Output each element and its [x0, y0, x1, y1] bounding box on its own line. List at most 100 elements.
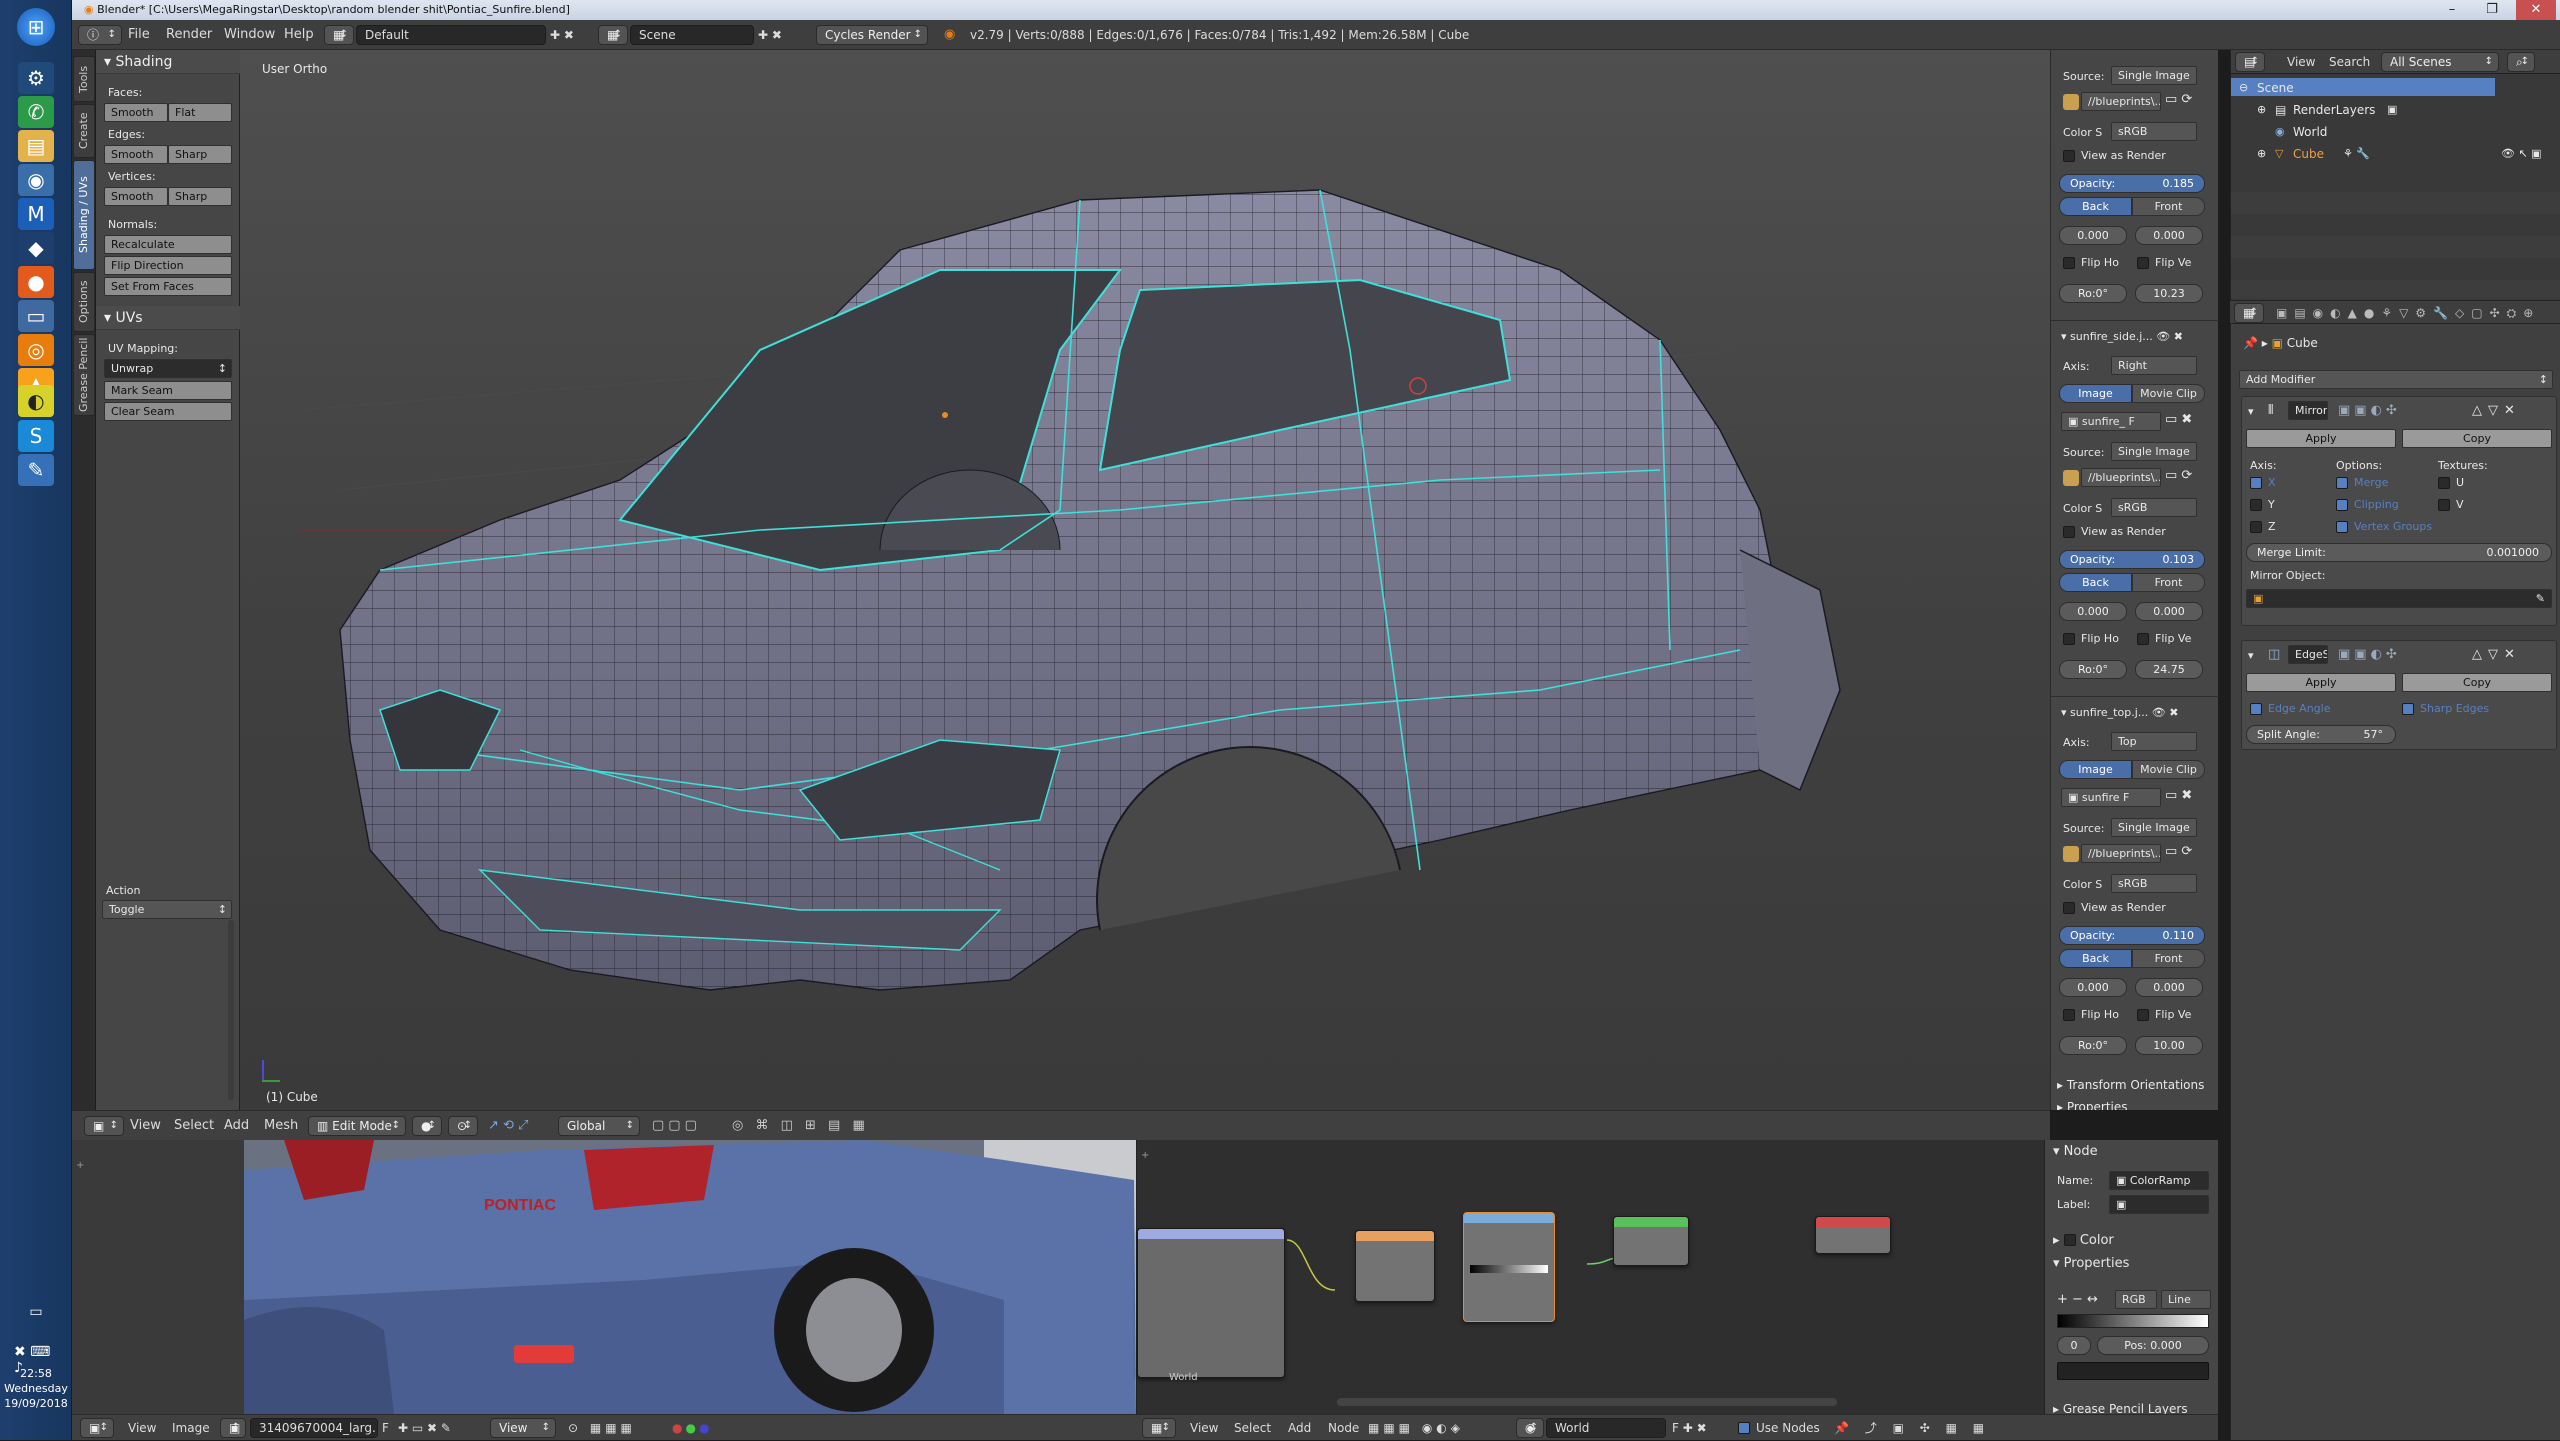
- image-display-icons[interactable]: ⊙ ▦▦▦: [568, 1415, 636, 1441]
- bg1-filepath-field[interactable]: //blueprints\...: [2081, 92, 2161, 111]
- bg1-offset-y[interactable]: 0.000: [2135, 226, 2203, 245]
- bg3-front-button[interactable]: Front: [2132, 949, 2205, 968]
- outliner-row-renderlayers[interactable]: ⊕ ▤ RenderLayers ▣: [2231, 100, 2560, 118]
- mirror-apply-button[interactable]: Apply: [2246, 429, 2396, 448]
- car-mesh-wireframe[interactable]: [240, 50, 2050, 1110]
- eye-icon[interactable]: 👁 ✖: [2156, 330, 2183, 343]
- unwrap-dropdown[interactable]: Unwrap ↕: [104, 359, 232, 378]
- skype-icon[interactable]: S: [18, 420, 54, 452]
- unity-icon[interactable]: ◆: [18, 232, 54, 264]
- bg1-flip-h-checkbox[interactable]: [2063, 257, 2075, 269]
- mirror-object-field[interactable]: ▣ ✎: [2246, 589, 2552, 608]
- colorramp-pos-field[interactable]: Pos: 0.000: [2097, 1336, 2209, 1355]
- colorramp-mode-dropdown[interactable]: RGB: [2115, 1290, 2157, 1309]
- tab-create[interactable]: Create: [73, 104, 95, 158]
- world-browse-icon[interactable]: ◉: [1516, 1418, 1544, 1438]
- bg3-image-tab[interactable]: Image: [2059, 760, 2132, 779]
- colorramp-stop-index[interactable]: 0: [2057, 1336, 2091, 1355]
- search-icon[interactable]: ⌕: [2507, 52, 2535, 72]
- bg2-header[interactable]: ▾ sunfire_side.j... 👁 ✖: [2061, 330, 2183, 343]
- proportional-edit-icons[interactable]: ◎ ⌘ ◫ ⊞ ▤ ▦: [732, 1111, 869, 1141]
- colorramp-bar[interactable]: [2057, 1314, 2209, 1328]
- image-menu-view[interactable]: View: [128, 1415, 156, 1441]
- modifier-move-icons[interactable]: △▽✕: [2472, 647, 2521, 662]
- file-browse-icon[interactable]: ▭ ⟳: [2165, 92, 2192, 107]
- modifier-visibility-icons[interactable]: ▣▣◐✣: [2338, 647, 2401, 662]
- edge-angle-checkbox[interactable]: [2250, 703, 2262, 715]
- network-icon[interactable]: ◉: [18, 164, 54, 196]
- expand-icon[interactable]: ⊕: [2257, 103, 2266, 116]
- edges-sharp-button[interactable]: Sharp: [168, 145, 232, 164]
- bg1-view-as-render-checkbox[interactable]: [2063, 150, 2075, 162]
- tab-grease-pencil[interactable]: Grease Pencil: [73, 334, 95, 416]
- mirror-merge-limit-field[interactable]: Merge Limit: 0.001000: [2246, 543, 2552, 562]
- edgesplit-apply-button[interactable]: Apply: [2246, 673, 2396, 692]
- bg1-size[interactable]: 10.23: [2135, 284, 2203, 303]
- mirror-clipping-checkbox[interactable]: [2336, 499, 2348, 511]
- bg1-opacity-slider[interactable]: Opacity: 0.185: [2059, 174, 2205, 193]
- bg1-front-button[interactable]: Front: [2132, 197, 2205, 216]
- layout-field[interactable]: Default: [356, 25, 546, 45]
- outliner-filter-dropdown[interactable]: All Scenes: [2381, 52, 2499, 72]
- scene-field[interactable]: Scene: [630, 25, 754, 45]
- tab-tools[interactable]: Tools: [73, 56, 95, 102]
- mirror-name-field[interactable]: Mirror: [2288, 401, 2328, 420]
- add-scene-icon[interactable]: ✚ ✖: [758, 20, 782, 50]
- channel-display-icons[interactable]: ●●●: [672, 1415, 712, 1441]
- bg2-image-tab[interactable]: Image: [2059, 384, 2132, 403]
- bg2-view-as-render-checkbox[interactable]: [2063, 526, 2075, 538]
- menu-select[interactable]: Select: [174, 1111, 214, 1141]
- bg3-movie-clip-tab[interactable]: Movie Clip: [2132, 760, 2205, 779]
- bg2-axis-dropdown[interactable]: Right: [2111, 356, 2197, 375]
- manipulator-icons[interactable]: ↗ ⟲ ⤢: [488, 1111, 528, 1141]
- image-actions-icons[interactable]: ✚ ▭ ✖ ✎: [398, 1415, 451, 1441]
- bg3-header[interactable]: ▾ sunfire_top.j... 👁 ✖: [2061, 706, 2178, 719]
- texture-coordinate-node[interactable]: [1137, 1228, 1285, 1378]
- node-editor[interactable]: + World: [1136, 1140, 2044, 1414]
- collapse-icon[interactable]: ▾: [2248, 649, 2254, 662]
- malwarebytes-icon[interactable]: M: [18, 198, 54, 230]
- outliner-row-world[interactable]: ◉ World: [2231, 122, 2560, 140]
- pivot-dropdown[interactable]: ⊙: [448, 1116, 478, 1136]
- node-header-tool-icons[interactable]: 📌 ⤴ ▣ ✣ ▦ ▦: [1834, 1415, 1990, 1441]
- node-panel-header[interactable]: ▾ Node: [2053, 1144, 2098, 1159]
- bg3-offset-y[interactable]: 0.000: [2135, 978, 2203, 997]
- computer-icon[interactable]: ▭: [18, 300, 54, 332]
- visibility-icons[interactable]: 👁 ↖ ▣: [2501, 147, 2542, 160]
- mirror-vertex-groups-checkbox[interactable]: [2336, 521, 2348, 533]
- bg3-back-button[interactable]: Back: [2059, 949, 2132, 968]
- edgesplit-copy-button[interactable]: Copy: [2402, 673, 2552, 692]
- editor-type-image[interactable]: ▣: [80, 1418, 114, 1438]
- 3d-viewport[interactable]: User Ortho (1) Cube: [240, 50, 2050, 1110]
- texture-coordinate-node-header[interactable]: [1138, 1229, 1284, 1239]
- outliner-menu-search[interactable]: Search: [2329, 50, 2370, 74]
- vertices-sharp-button[interactable]: Sharp: [168, 187, 232, 206]
- bg3-flip-h-checkbox[interactable]: [2063, 1009, 2075, 1021]
- set-from-faces-button[interactable]: Set From Faces: [104, 277, 232, 296]
- expand-icon[interactable]: ⊖: [2239, 81, 2248, 94]
- add-modifier-dropdown[interactable]: Add Modifier ↕: [2239, 370, 2553, 389]
- modifier-visibility-icons[interactable]: ▣▣◐✣: [2338, 403, 2401, 418]
- firefox-icon[interactable]: ●: [18, 266, 54, 298]
- windows-start-icon[interactable]: ⊞: [17, 8, 55, 46]
- bg2-colorspace-dropdown[interactable]: sRGB: [2111, 498, 2197, 517]
- property-context-tabs[interactable]: ▣▤◉◐▲●⚘▽⚙🔧◇▢✣⛭⊕: [2276, 301, 2540, 325]
- mode-dropdown[interactable]: ▥ Edit Mode: [308, 1116, 406, 1136]
- bg2-offset-x[interactable]: 0.000: [2059, 602, 2127, 621]
- colorramp-gradient[interactable]: [1470, 1265, 1548, 1273]
- bg3-source-dropdown[interactable]: Single Image: [2111, 818, 2197, 837]
- expand-icon[interactable]: ⊕: [2257, 147, 2266, 160]
- eye-icon[interactable]: 👁 ✖: [2152, 706, 2179, 719]
- image-actions-icon[interactable]: ▭ ✖: [2165, 788, 2192, 803]
- world-name-field[interactable]: World: [1546, 1418, 1666, 1438]
- shading-dropdown[interactable]: ●: [412, 1116, 442, 1136]
- flip-direction-button[interactable]: Flip Direction: [104, 256, 232, 275]
- node-menu-select[interactable]: Select: [1234, 1415, 1271, 1441]
- properties-panel-cut[interactable]: ▸ Properties: [2057, 1100, 2128, 1110]
- bg2-source-dropdown[interactable]: Single Image: [2111, 442, 2197, 461]
- bg3-offset-x[interactable]: 0.000: [2059, 978, 2127, 997]
- faces-flat-button[interactable]: Flat: [168, 103, 232, 122]
- bg3-colorspace-dropdown[interactable]: sRGB: [2111, 874, 2197, 893]
- bg1-source-dropdown[interactable]: Single Image: [2111, 66, 2197, 85]
- menu-window[interactable]: Window: [224, 20, 275, 50]
